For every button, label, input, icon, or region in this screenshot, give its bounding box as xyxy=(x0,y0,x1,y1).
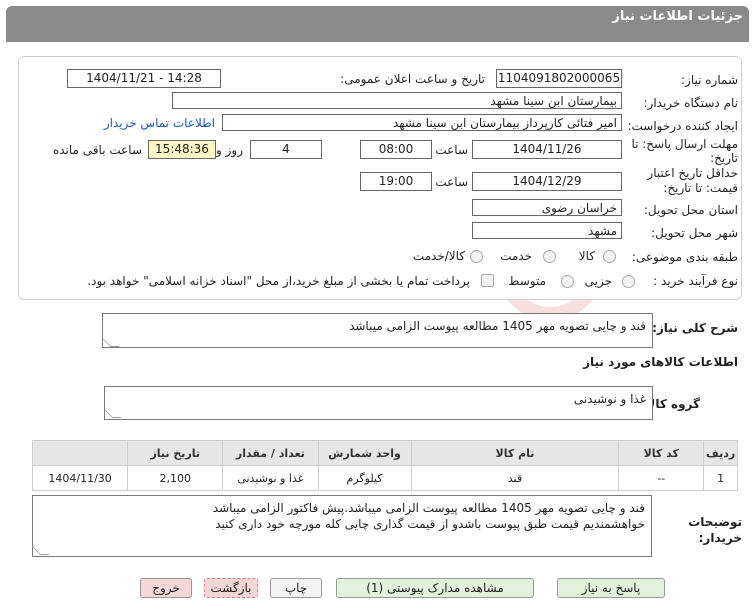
deadline-date-field: 1404/11/26 xyxy=(472,140,622,159)
goods-table: ردیف کد کالا نام کالا واحد شمارش تعداد /… xyxy=(31,440,738,491)
city-field: مشهد xyxy=(472,222,622,239)
announce-field: 1404/11/21 - 14:28 xyxy=(67,69,221,88)
treasury-checkbox[interactable] xyxy=(481,274,494,287)
column-header: نام کالا xyxy=(410,440,620,466)
table-header-row: ردیف کد کالا نام کالا واحد شمارش تعداد /… xyxy=(31,440,738,466)
column-header xyxy=(31,440,129,466)
process-label: نوع فرآیند خرید : xyxy=(653,274,738,288)
back-button[interactable]: بازگشت xyxy=(204,578,258,598)
reply-button[interactable]: پاسخ به نیاز xyxy=(557,578,665,598)
deadline-time-label: ساعت xyxy=(435,143,468,157)
payment-note: پرداخت تمام یا بخشی از مبلغ خرید،از محل … xyxy=(87,274,470,288)
category-option-service: خدمت xyxy=(500,249,532,263)
column-header: واحد شمارش xyxy=(317,440,412,466)
row-index: 1 xyxy=(703,465,738,491)
attachments-button[interactable]: مشاهده مدارک پیوستی (1) xyxy=(336,578,534,598)
goods-section-title: اطلاعات کالاهای مورد نیاز xyxy=(583,355,738,369)
deadline-label: مهلت ارسال پاسخ: تا xyxy=(631,137,738,151)
notes-label: توضیحات xyxy=(688,515,742,529)
creator-label: ایجاد کننده درخواست: xyxy=(627,119,738,133)
item-code: -- xyxy=(618,465,705,491)
column-header: تعداد / مقدار xyxy=(222,440,319,466)
creator-field: امیر فتائی کارپرداز بیمارستان ابن سینا م… xyxy=(222,114,622,131)
city-label: شهر محل تحویل: xyxy=(651,226,738,240)
process-radio-minor[interactable] xyxy=(622,275,635,288)
days-label: روز و xyxy=(216,143,243,157)
category-option-both: کالا/خدمت xyxy=(412,249,465,263)
summary-label: شرح کلی نیاز: xyxy=(652,321,738,335)
need-number-field: 1104091802000065 xyxy=(496,69,622,88)
remaining-label: ساعت باقی مانده xyxy=(52,143,142,157)
notes-label-2: خریدار: xyxy=(698,531,742,545)
deadline-time-field: 08:00 xyxy=(360,140,432,159)
remaining-time-field: 15:48:36 xyxy=(148,140,216,159)
contact-info-link[interactable]: اطلاعات تماس خریدار xyxy=(104,116,215,130)
validity-label: حداقل تاریخ اعتبار xyxy=(647,166,738,180)
exit-button[interactable]: خروج xyxy=(140,578,192,598)
column-header: ردیف xyxy=(703,440,738,466)
notes-line: قند و چایی تصویه مهر 1405 مطالعه پیوست ا… xyxy=(212,501,645,515)
validity-date-field: 1404/12/29 xyxy=(472,172,622,191)
goods-group-field: غذا و نوشیدنی xyxy=(104,386,653,420)
need-number-label: شماره نیاز: xyxy=(681,73,738,87)
deadline-label-2: تاریخ: xyxy=(710,151,738,165)
item-quantity: 2,100 xyxy=(127,465,224,491)
validity-time-label: ساعت xyxy=(435,175,468,189)
province-field: خراسان رضوی xyxy=(472,199,622,216)
table-row[interactable]: 1 -- قند کیلوگرم غذا و نوشیدنی 2,100 140… xyxy=(31,465,738,491)
process-option-minor: جزیی xyxy=(584,274,612,288)
validity-label-2: قیمت: تا تاریخ: xyxy=(663,181,738,195)
category-label: طبقه بندی موضوعی: xyxy=(631,250,738,264)
buyer-org-label: نام دستگاه خریدار: xyxy=(643,96,739,110)
item-unit: کیلوگرم xyxy=(317,465,412,491)
validity-time-field: 19:00 xyxy=(360,172,432,191)
notes-line: خواهشمندیم قیمت طبق پیوست باشدو از قیمت … xyxy=(215,517,645,531)
days-field: 4 xyxy=(250,140,322,159)
column-header: تاریخ نیاز xyxy=(127,440,224,466)
category-option-goods: کالا xyxy=(578,249,595,263)
page-title: جزئیات اطلاعات نیاز xyxy=(612,9,743,24)
buyer-org-field: بیمارستان ابن سینا مشهد xyxy=(172,92,622,109)
item-date: 1404/11/30 xyxy=(31,465,129,491)
print-button[interactable]: چاپ xyxy=(270,578,322,598)
item-group: غذا و نوشیدنی xyxy=(222,465,319,491)
process-option-medium: متوسط xyxy=(508,274,546,288)
category-radio-goods[interactable] xyxy=(603,250,616,263)
item-name: قند xyxy=(410,465,620,491)
category-radio-both[interactable] xyxy=(470,250,483,263)
buyer-notes-field: قند و چایی تصویه مهر 1405 مطالعه پیوست ا… xyxy=(32,495,652,557)
province-label: استان محل تحویل: xyxy=(643,203,738,217)
category-radio-service[interactable] xyxy=(543,250,556,263)
announce-label: تاریخ و ساعت اعلان عمومی: xyxy=(340,72,485,86)
process-radio-medium[interactable] xyxy=(561,275,574,288)
column-header: کد کالا xyxy=(618,440,705,466)
summary-field: قند و چایی تصویه مهر 1405 مطالعه پیوست ا… xyxy=(102,313,653,348)
